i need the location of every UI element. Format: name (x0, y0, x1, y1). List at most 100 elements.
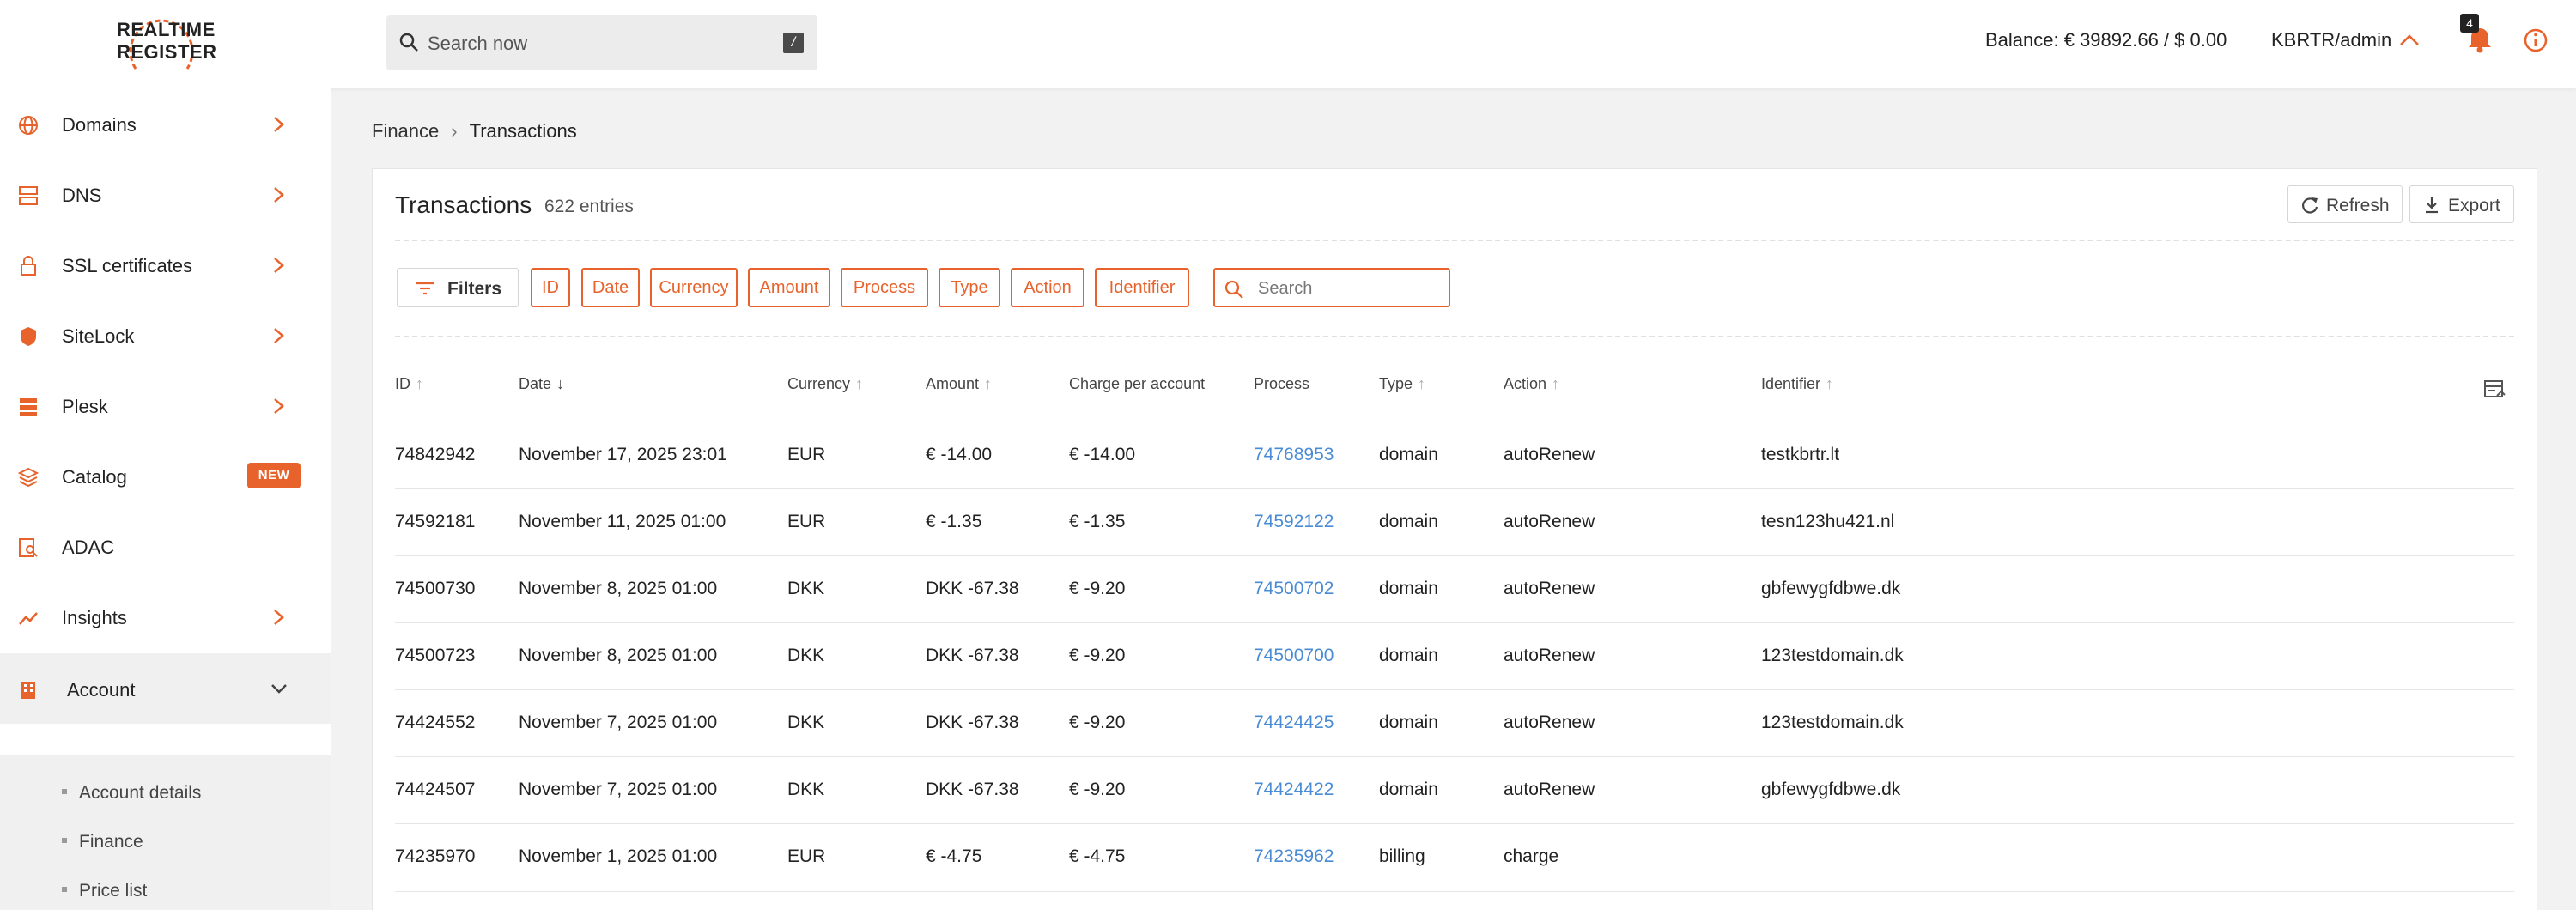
table-row[interactable]: 74500730 November 8, 2025 01:00 DKK DKK … (395, 555, 2514, 623)
column-header-charge-per-account[interactable]: Charge per account (1069, 375, 1205, 393)
cell-type: domain (1379, 713, 1438, 732)
process-link[interactable]: 74768953 (1254, 445, 1334, 465)
cell-currency: EUR (787, 512, 826, 531)
cell-action: autoRenew (1504, 512, 1595, 531)
cell-amount: DKK -67.38 (926, 780, 1019, 799)
filter-chip-date[interactable]: Date (581, 268, 640, 307)
column-header-identifier[interactable]: Identifier ↑ (1761, 375, 1833, 393)
sidebar-item-account[interactable]: Account (0, 653, 331, 724)
table-search-input[interactable]: Search (1213, 268, 1450, 307)
sidebar-item-label: Catalog (62, 466, 127, 488)
table-row[interactable]: 74424507 November 7, 2025 01:00 DKK DKK … (395, 756, 2514, 824)
filter-chip-amount[interactable]: Amount (748, 268, 830, 307)
process-link[interactable]: 74592122 (1254, 512, 1334, 532)
sidebar-item-insights[interactable]: Insights (0, 581, 331, 652)
chevron-up-icon[interactable] (2397, 31, 2421, 48)
search-icon (1224, 280, 1243, 299)
process-link[interactable]: 74424425 (1254, 713, 1334, 733)
sidebar-item-plesk[interactable]: Plesk (0, 370, 331, 440)
column-header-currency[interactable]: Currency ↑ (787, 375, 863, 393)
cell-action: autoRenew (1504, 579, 1595, 598)
cell-action: autoRenew (1504, 646, 1595, 665)
sidebar-item-dns[interactable]: DNS (0, 159, 331, 229)
entries-count: 622 entries (544, 197, 634, 216)
filter-icon (416, 282, 434, 295)
breadcrumb-finance[interactable]: Finance (372, 120, 439, 142)
cell-charge: € -4.75 (1069, 846, 1126, 866)
stack-icon (20, 398, 37, 416)
table-row[interactable]: 74500723 November 8, 2025 01:00 DKK DKK … (395, 622, 2514, 690)
sort-arrow-up-icon: ↑ (1418, 375, 1426, 392)
sidebar-subitem-price-list[interactable]: Price list (62, 881, 147, 901)
cell-date: November 7, 2025 01:00 (519, 713, 718, 732)
cell-currency: EUR (787, 445, 826, 464)
cell-type: domain (1379, 512, 1438, 531)
cell-identifier: 123testdomain.dk (1761, 713, 1904, 732)
filter-chip-action[interactable]: Action (1011, 268, 1084, 307)
sidebar-item-label: DNS (62, 185, 102, 206)
column-header-amount[interactable]: Amount ↑ (926, 375, 992, 393)
chevron-down-icon (271, 684, 287, 694)
chevron-right-icon (274, 398, 284, 414)
export-button[interactable]: Export (2409, 185, 2514, 223)
process-link[interactable]: 74424422 (1254, 780, 1334, 800)
divider (395, 336, 2514, 337)
sidebar-item-ssl-certificates[interactable]: SSL certificates (0, 229, 331, 300)
filter-chip-process[interactable]: Process (841, 268, 928, 307)
column-header-process[interactable]: Process (1254, 375, 1309, 393)
filter-chip-identifier[interactable]: Identifier (1095, 268, 1189, 307)
chevron-right-icon (274, 328, 284, 343)
process-link[interactable]: 74500702 (1254, 579, 1334, 599)
user-menu[interactable]: KBRTR/admin (2271, 29, 2391, 52)
filter-chip-type[interactable]: Type (939, 268, 1000, 307)
notification-badge: 4 (2460, 14, 2479, 33)
cell-action: autoRenew (1504, 713, 1595, 732)
cell-id: 74842942 (395, 445, 476, 464)
sort-arrow-up-icon: ↑ (416, 375, 423, 392)
global-search-input[interactable]: Search now / (386, 15, 817, 70)
sidebar-item-sitelock[interactable]: SiteLock (0, 300, 331, 370)
cell-date: November 17, 2025 23:01 (519, 445, 727, 464)
info-icon[interactable] (2523, 27, 2549, 53)
table-row[interactable]: 74424552 November 7, 2025 01:00 DKK DKK … (395, 689, 2514, 757)
column-header-type[interactable]: Type ↑ (1379, 375, 1425, 393)
sidebar-item-domains[interactable]: Domains (0, 88, 331, 159)
transactions-card: Transactions 622 entries Refresh Export … (372, 168, 2537, 910)
sidebar-subitem-finance[interactable]: Finance (62, 832, 143, 852)
sidebar-item-adac[interactable]: ADAC (0, 511, 331, 581)
download-icon (2426, 197, 2438, 214)
column-header-id[interactable]: ID ↑ (395, 375, 423, 393)
divider (395, 240, 2514, 241)
refresh-button[interactable]: Refresh (2287, 185, 2403, 223)
filter-chip-currency[interactable]: Currency (650, 268, 738, 307)
cell-charge: € -9.20 (1069, 579, 1126, 598)
cell-id: 74500723 (395, 646, 476, 665)
cell-identifier: gbfewygfdbwe.dk (1761, 780, 1901, 799)
sidebar-subitem-account-details[interactable]: Account details (62, 783, 201, 804)
process-link[interactable]: 74235962 (1254, 846, 1334, 867)
filter-chip-id[interactable]: ID (531, 268, 570, 307)
cell-identifier: testkbrtr.lt (1761, 445, 1840, 464)
logo[interactable]: REALTIME REGISTER (101, 0, 222, 86)
sort-arrow-up-icon: ↑ (1552, 375, 1560, 392)
table-row[interactable]: 74842942 November 17, 2025 23:01 EUR € -… (395, 422, 2514, 489)
filters-button[interactable]: Filters (397, 268, 519, 307)
sidebar-item-label: Account (67, 679, 136, 701)
column-header-date[interactable]: Date ↓ (519, 375, 564, 393)
column-header-action[interactable]: Action ↑ (1504, 375, 1559, 393)
table-row[interactable]: 74235970 November 1, 2025 01:00 EUR € -4… (395, 823, 2514, 892)
cell-amount: € -4.75 (926, 846, 982, 866)
cell-charge: € -9.20 (1069, 713, 1126, 732)
sidebar-item-label: Insights (62, 607, 127, 628)
cell-id: 74424552 (395, 713, 476, 732)
cell-date: November 8, 2025 01:00 (519, 579, 718, 598)
process-link[interactable]: 74500700 (1254, 646, 1334, 666)
cell-charge: € -9.20 (1069, 780, 1126, 799)
cell-amount: DKK -67.38 (926, 646, 1019, 665)
column-settings-icon[interactable] (2483, 379, 2507, 401)
cell-amount: DKK -67.38 (926, 713, 1019, 732)
sidebar-item-catalog[interactable]: Catalog NEW (0, 440, 331, 511)
account-submenu: Account details Finance Price list (0, 755, 331, 909)
table-row[interactable]: 74592181 November 11, 2025 01:00 EUR € -… (395, 488, 2514, 556)
page-title: Transactions (395, 191, 532, 218)
